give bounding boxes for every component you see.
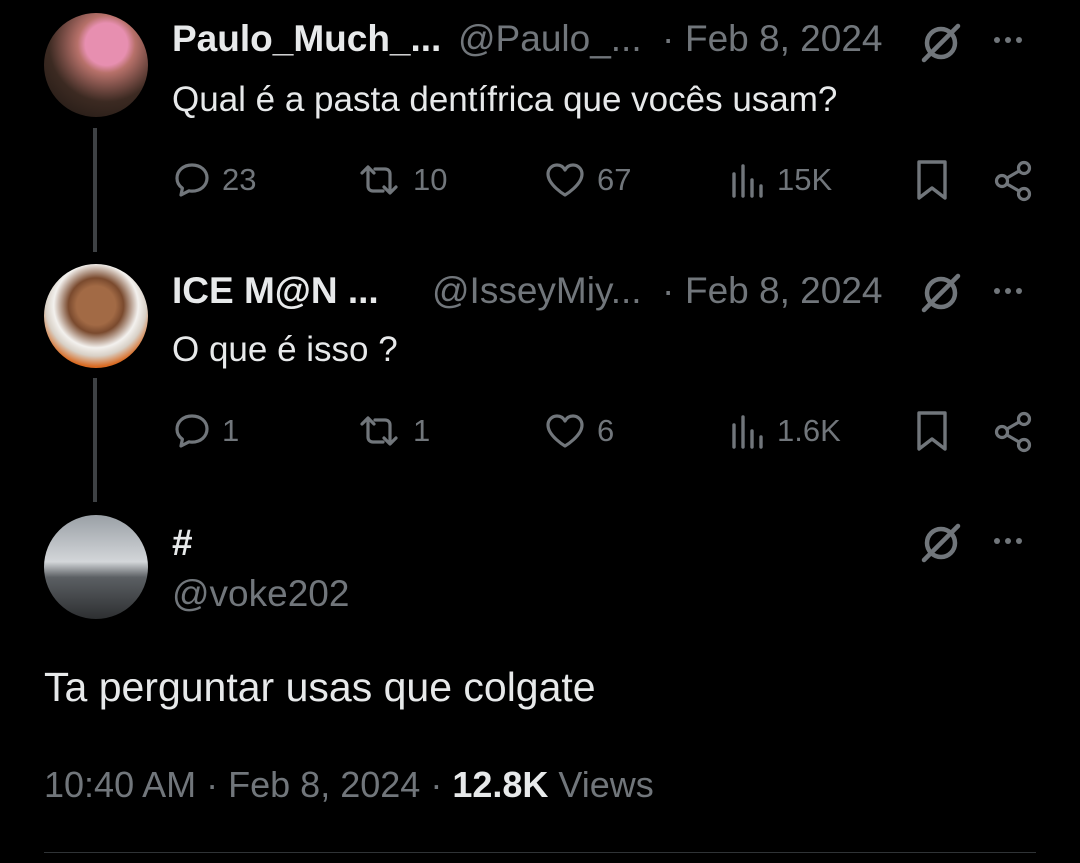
bookmark-icon (917, 160, 947, 200)
separator: · (430, 764, 443, 805)
reply-count: 23 (222, 162, 257, 197)
more-icon[interactable] (994, 538, 1022, 544)
bookmark-button[interactable] (914, 409, 950, 453)
separator: · (662, 270, 675, 311)
heart-icon (546, 414, 584, 448)
display-name[interactable]: Paulo_Much_... (172, 18, 441, 60)
share-icon (994, 411, 1032, 453)
tweet-thread: Paulo_Much_... @Paulo_... · Feb 8, 2024 … (0, 0, 1080, 863)
divider (44, 852, 1036, 853)
repost-count: 10 (413, 162, 448, 197)
like-count: 67 (597, 162, 632, 197)
thread-connector (93, 128, 97, 252)
grok-icon[interactable] (918, 20, 964, 71)
views-count: 15K (777, 162, 833, 197)
post-time[interactable]: 10:40 AM (44, 764, 196, 805)
bookmark-icon (917, 411, 947, 451)
post-date[interactable]: Feb 8, 2024 (685, 270, 882, 312)
repost-arrows-icon (360, 416, 398, 446)
reply-button[interactable]: 23 (172, 160, 256, 200)
like-count: 6 (597, 413, 615, 448)
post-date[interactable]: Feb 8, 2024 (685, 18, 882, 60)
speech-bubble-icon (175, 163, 209, 197)
display-name[interactable]: ICE M@N ... (172, 270, 379, 312)
like-button[interactable]: 67 (543, 160, 631, 200)
reply-button[interactable]: 1 (172, 411, 239, 451)
user-handle[interactable]: @voke202 (172, 573, 349, 615)
views-label: Views (558, 764, 654, 805)
separator: · (662, 18, 675, 59)
user-handle[interactable]: @Paulo_... (458, 18, 642, 60)
avatar[interactable] (44, 264, 148, 368)
post-text: O que é isso ? (172, 330, 398, 369)
main-post-text: Ta perguntar usas que colgate (44, 664, 596, 710)
bar-chart-icon (732, 164, 763, 198)
repost-arrows-icon (360, 165, 398, 195)
post-footer: 10:40 AM · Feb 8, 2024 · 12.8K Views (44, 764, 654, 806)
views-count: 1.6K (777, 413, 841, 448)
thread-connector (93, 378, 97, 502)
separator: · (206, 764, 219, 805)
grok-icon[interactable] (918, 270, 964, 321)
speech-bubble-icon (175, 414, 209, 448)
bookmark-button[interactable] (914, 158, 950, 202)
share-button[interactable] (992, 160, 1034, 202)
post-text: Qual é a pasta dentífrica que vocês usam… (172, 80, 838, 119)
views-count[interactable]: 12.8K (452, 764, 548, 805)
share-button[interactable] (992, 411, 1034, 453)
user-handle[interactable]: @IsseyMiy... (432, 270, 642, 312)
more-icon[interactable] (994, 288, 1022, 294)
bar-chart-icon (732, 415, 763, 449)
share-icon (994, 160, 1032, 202)
avatar[interactable] (44, 13, 148, 117)
repost-count: 1 (413, 413, 431, 448)
repost-button[interactable]: 1 (355, 411, 430, 451)
display-name[interactable]: # (172, 522, 193, 564)
avatar[interactable] (44, 515, 148, 619)
more-icon[interactable] (994, 37, 1022, 43)
grok-icon[interactable] (918, 520, 964, 571)
repost-button[interactable]: 10 (355, 160, 447, 200)
post-date[interactable]: Feb 8, 2024 (228, 764, 420, 805)
views-button[interactable]: 15K (729, 160, 832, 200)
heart-icon (546, 163, 584, 197)
reply-count: 1 (222, 413, 240, 448)
like-button[interactable]: 6 (543, 411, 614, 451)
views-button[interactable]: 1.6K (729, 411, 841, 451)
